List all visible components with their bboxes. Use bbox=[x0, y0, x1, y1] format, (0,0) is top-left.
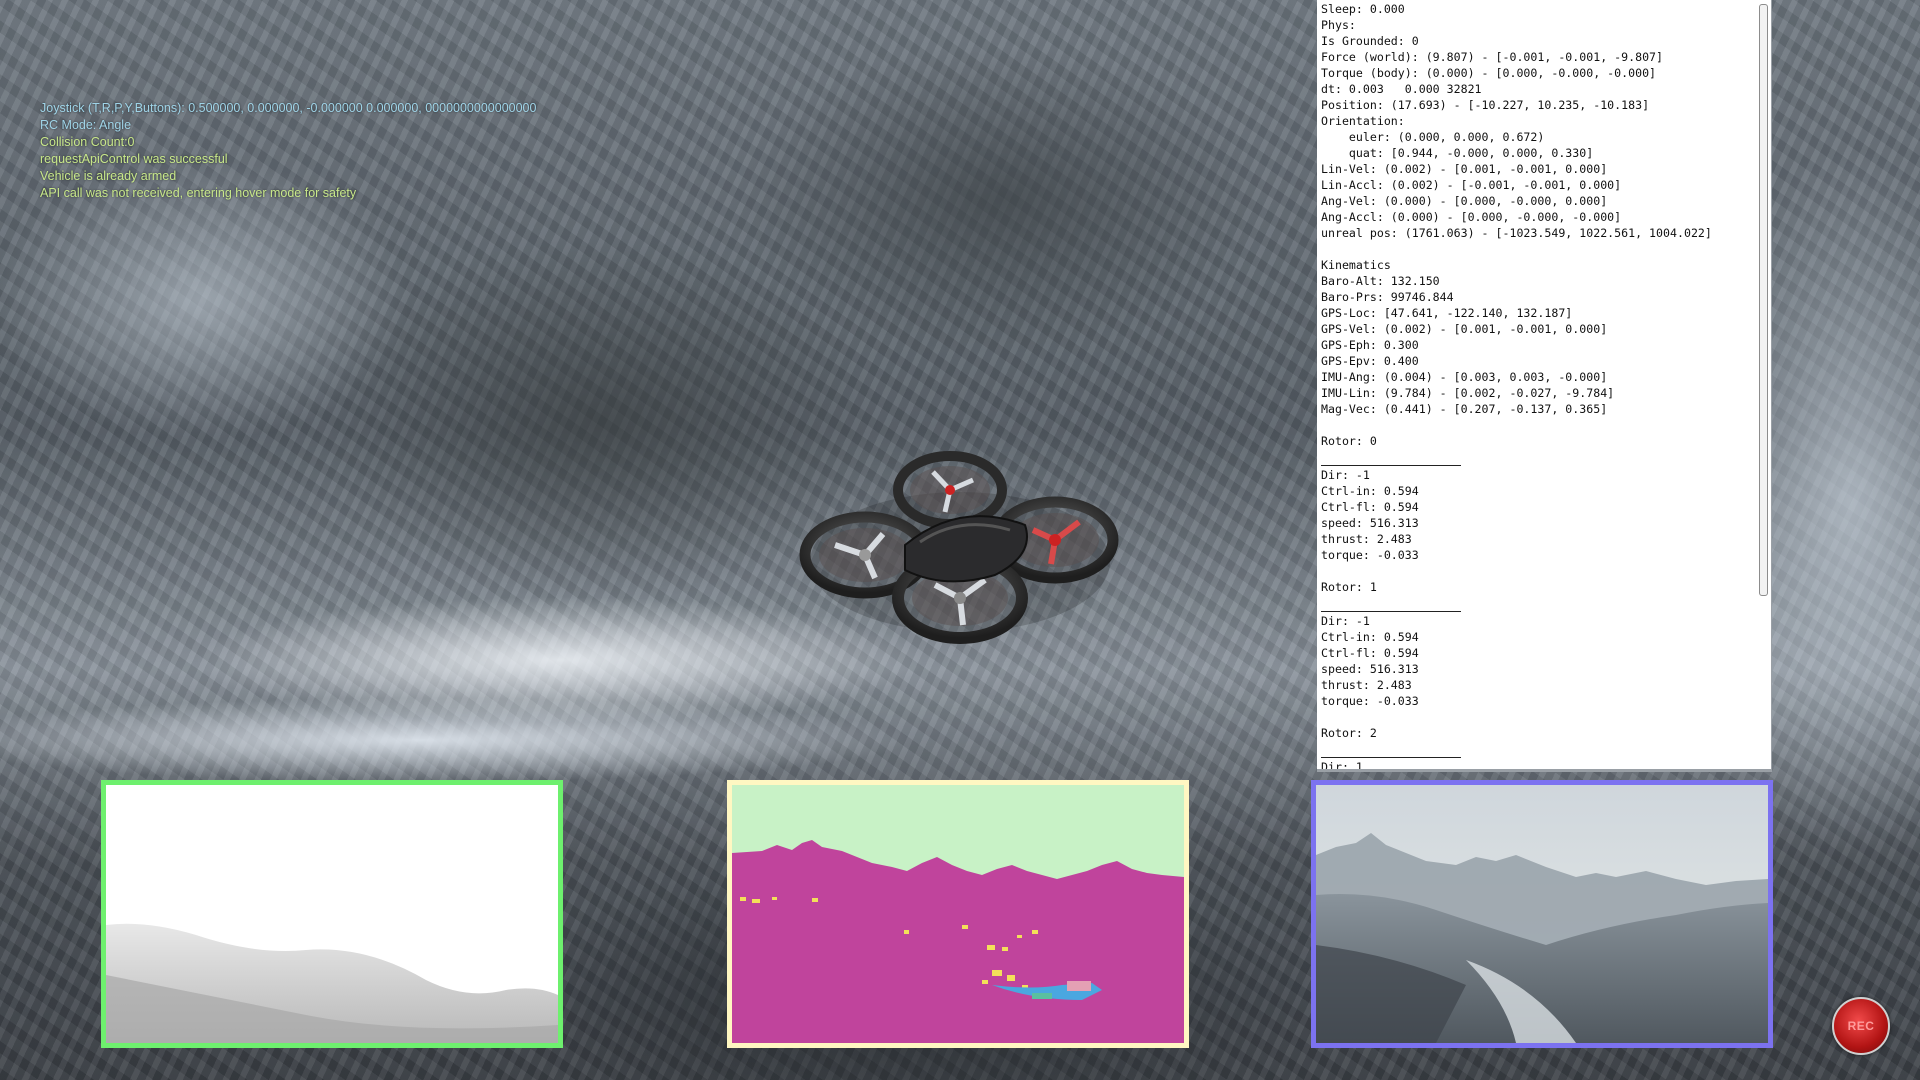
panel-bottom-edge bbox=[1317, 769, 1771, 772]
debug-line: Lin-Accl: (0.002) - [-0.001, -0.001, 0.0… bbox=[1321, 178, 1622, 192]
debug-line: Mag-Vec: (0.441) - [0.207, -0.137, 0.365… bbox=[1321, 402, 1608, 416]
debug-line: Is Grounded: 0 bbox=[1321, 34, 1419, 48]
depth-image bbox=[106, 785, 558, 1043]
segmentation-camera-subwindow bbox=[727, 780, 1189, 1048]
record-label: REC bbox=[1847, 1019, 1875, 1033]
segmentation-image bbox=[732, 785, 1184, 1043]
debug-line: unreal pos: (1761.063) - [-1023.549, 102… bbox=[1321, 226, 1712, 240]
debug-line: Force (world): (9.807) - [-0.001, -0.001… bbox=[1321, 50, 1664, 64]
debug-line: Ctrl-fl: 0.594 bbox=[1321, 646, 1419, 660]
debug-line: GPS-Vel: (0.002) - [0.001, -0.001, 0.000… bbox=[1321, 322, 1608, 336]
debug-line: Ctrl-fl: 0.594 bbox=[1321, 500, 1419, 514]
depth-camera-subwindow bbox=[101, 780, 563, 1048]
rotor-rear bbox=[893, 451, 1007, 529]
debug-line: Baro-Prs: 99746.844 bbox=[1321, 290, 1454, 304]
separator-line bbox=[1321, 596, 1461, 612]
scene-image bbox=[1316, 785, 1768, 1043]
debug-line: IMU-Ang: (0.004) - [0.003, 0.003, -0.000… bbox=[1321, 370, 1608, 384]
rotor-1-section: Dir: -1 Ctrl-in: 0.594 Ctrl-fl: 0.594 sp… bbox=[1317, 612, 1771, 742]
debug-line: IMU-Lin: (9.784) - [0.002, -0.027, -9.78… bbox=[1321, 386, 1615, 400]
debug-line: GPS-Loc: [47.641, -122.140, 132.187] bbox=[1321, 306, 1573, 320]
rotor-0-section: Dir: -1 Ctrl-in: 0.594 Ctrl-fl: 0.594 sp… bbox=[1317, 466, 1771, 596]
separator-line bbox=[1321, 450, 1461, 466]
debug-line: speed: 516.313 bbox=[1321, 662, 1419, 676]
physics-section: Sleep: 0.000 Phys: Is Grounded: 0 Force … bbox=[1317, 0, 1771, 450]
log-line: Vehicle is already armed bbox=[40, 169, 177, 183]
debug-line: Ctrl-in: 0.594 bbox=[1321, 630, 1419, 644]
message-log: Joystick (T,R,P,Y,Buttons): 0.500000, 0.… bbox=[40, 100, 536, 202]
debug-line: Dir: -1 bbox=[1321, 468, 1370, 482]
debug-line: thrust: 2.483 bbox=[1321, 532, 1412, 546]
kinematics-heading: Kinematics bbox=[1321, 258, 1391, 272]
log-line: RC Mode: Angle bbox=[40, 118, 132, 132]
debug-line: Orientation: bbox=[1321, 114, 1405, 128]
debug-line: torque: -0.033 bbox=[1321, 694, 1419, 708]
panel-scrollbar[interactable] bbox=[1759, 4, 1768, 596]
debug-line: Ang-Accl: (0.000) - [0.000, -0.000, -0.0… bbox=[1321, 210, 1622, 224]
record-button[interactable]: REC bbox=[1832, 997, 1890, 1055]
debug-line: Lin-Vel: (0.002) - [0.001, -0.001, 0.000… bbox=[1321, 162, 1608, 176]
debug-line: dt: 0.003 0.000 32821 bbox=[1321, 82, 1482, 96]
debug-line: Dir: -1 bbox=[1321, 614, 1370, 628]
separator-line bbox=[1321, 742, 1461, 758]
debug-line: euler: (0.000, 0.000, 0.672) bbox=[1321, 130, 1545, 144]
debug-line: Ang-Vel: (0.000) - [0.000, -0.000, 0.000… bbox=[1321, 194, 1608, 208]
debug-line: thrust: 2.483 bbox=[1321, 678, 1412, 692]
scene-camera-subwindow bbox=[1311, 780, 1773, 1048]
debug-line: GPS-Epv: 0.400 bbox=[1321, 354, 1419, 368]
debug-line: torque: -0.033 bbox=[1321, 548, 1419, 562]
log-line: requestApiControl was successful bbox=[40, 152, 228, 166]
debug-line: Sleep: 0.000 bbox=[1321, 2, 1405, 16]
quadcopter-drone bbox=[799, 451, 1119, 644]
debug-info-panel[interactable]: Sleep: 0.000 Phys: Is Grounded: 0 Force … bbox=[1317, 0, 1772, 772]
log-line: Collision Count:0 bbox=[40, 135, 135, 149]
debug-line: Ctrl-in: 0.594 bbox=[1321, 484, 1419, 498]
debug-line: Baro-Alt: 132.150 bbox=[1321, 274, 1440, 288]
debug-line: GPS-Eph: 0.300 bbox=[1321, 338, 1419, 352]
rotor-0-heading: Rotor: 0 bbox=[1321, 434, 1377, 448]
debug-line: speed: 516.313 bbox=[1321, 516, 1419, 530]
debug-line: quat: [0.944, -0.000, 0.000, 0.330] bbox=[1321, 146, 1594, 160]
rotor-2-heading: Rotor: 2 bbox=[1321, 726, 1377, 740]
rotor-1-heading: Rotor: 1 bbox=[1321, 580, 1377, 594]
debug-line: Phys: bbox=[1321, 18, 1356, 32]
log-line: API call was not received, entering hove… bbox=[40, 186, 357, 200]
log-line: Joystick (T,R,P,Y,Buttons): 0.500000, 0.… bbox=[40, 101, 537, 115]
debug-line: Position: (17.693) - [-10.227, 10.235, -… bbox=[1321, 98, 1650, 112]
debug-line: Torque (body): (0.000) - [0.000, -0.000,… bbox=[1321, 66, 1657, 80]
